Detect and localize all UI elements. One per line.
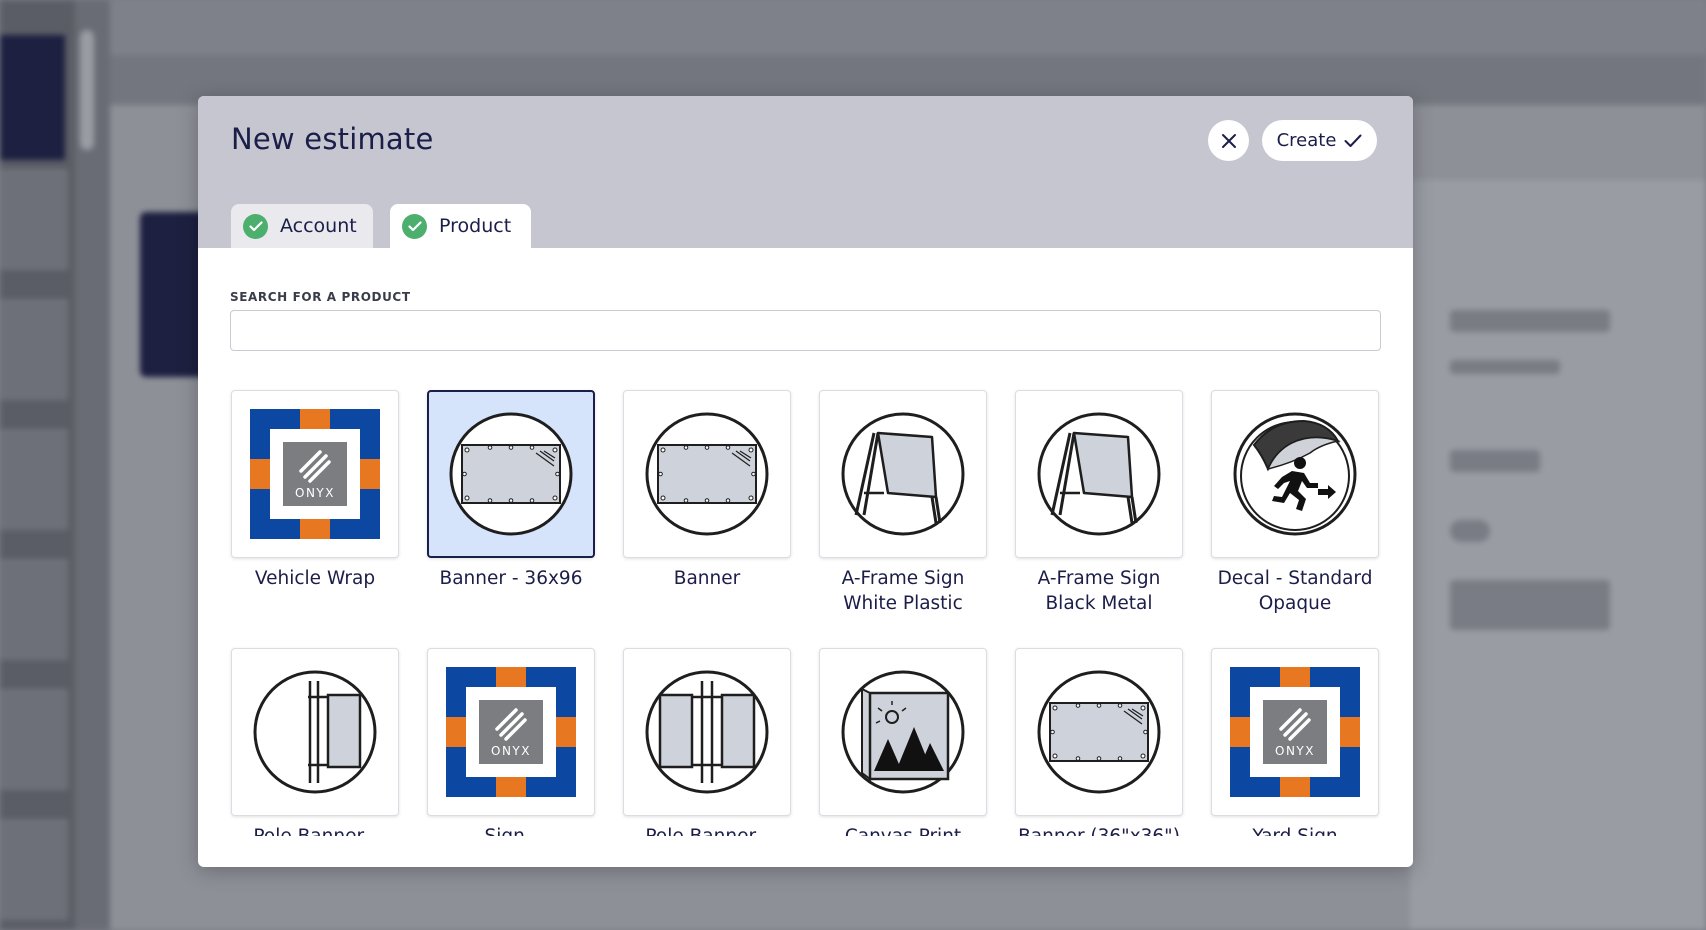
product-card-image: ONYX xyxy=(1211,648,1379,816)
product-card[interactable]: Decal - Standard Opaque xyxy=(1210,390,1380,616)
tab-product[interactable]: Product xyxy=(390,204,531,248)
completed-check-icon xyxy=(402,213,427,239)
tab-product-label: Product xyxy=(439,215,512,237)
product-search-input[interactable] xyxy=(230,310,1381,351)
product-label: Pole Banner - xyxy=(622,824,792,836)
search-label: SEARCH FOR A PRODUCT xyxy=(230,290,411,304)
product-card-image xyxy=(623,648,791,816)
product-label: Vehicle Wrap xyxy=(254,568,376,589)
product-card[interactable]: ONYX Sign - Corrugated xyxy=(426,648,596,836)
product-label: Yard Sign xyxy=(1210,824,1380,836)
product-card-image xyxy=(231,648,399,816)
checkmark-icon xyxy=(1344,134,1362,147)
banner-icon xyxy=(1037,670,1161,794)
onyx-logo-icon: ONYX xyxy=(250,409,380,539)
a-frame-sign-icon xyxy=(841,412,965,536)
product-card-image xyxy=(819,390,987,558)
product-card[interactable]: ONYX Yard Sign xyxy=(1210,648,1380,836)
product-label: Pole Banner - xyxy=(230,824,400,836)
completed-check-icon xyxy=(243,213,268,239)
product-card-image xyxy=(1015,648,1183,816)
product-card[interactable]: Pole Banner - xyxy=(230,648,400,836)
product-label: Banner xyxy=(673,568,741,589)
svg-text:ONYX: ONYX xyxy=(1275,744,1315,758)
product-card-image: ONYX xyxy=(427,648,595,816)
product-card[interactable]: Banner - 36x96 xyxy=(426,390,596,591)
product-card-image: ONYX xyxy=(231,390,399,558)
banner-icon xyxy=(645,412,769,536)
svg-text:ONYX: ONYX xyxy=(491,744,531,758)
tab-account-label: Account xyxy=(280,215,357,237)
decal-icon xyxy=(1233,412,1357,536)
new-estimate-modal: New estimate Create Account Product SEAR… xyxy=(198,96,1413,867)
product-label: A-Frame Sign White Plastic xyxy=(841,568,965,614)
a-frame-sign-icon xyxy=(1037,412,1161,536)
product-label: A-Frame Sign Black Metal xyxy=(1037,568,1161,614)
close-icon xyxy=(1221,133,1236,148)
tab-account[interactable]: Account xyxy=(231,204,373,248)
product-card[interactable]: Banner (36"x36") xyxy=(1014,648,1184,836)
create-button[interactable]: Create xyxy=(1262,120,1377,161)
product-card[interactable]: Banner xyxy=(622,390,792,591)
modal-title: New estimate xyxy=(231,122,434,156)
banner-icon xyxy=(449,412,573,536)
product-card[interactable]: Pole Banner - xyxy=(622,648,792,836)
product-card[interactable]: Canvas Print xyxy=(818,648,988,836)
product-card-image xyxy=(1211,390,1379,558)
product-label: Banner - 36x96 xyxy=(439,568,583,589)
product-grid-scroll[interactable]: ONYX Vehicle Wrap Banner - 36x96 Banner xyxy=(198,376,1413,836)
product-label: Canvas Print xyxy=(818,824,988,836)
canvas-print-icon xyxy=(841,670,965,794)
pole-banner-double-icon xyxy=(645,670,769,794)
modal-header: New estimate Create Account Product xyxy=(198,96,1413,248)
product-label: Sign - Corrugated xyxy=(426,824,596,836)
product-card-image xyxy=(819,648,987,816)
create-label: Create xyxy=(1276,130,1337,151)
product-card-image xyxy=(623,390,791,558)
product-card[interactable]: A-Frame Sign White Plastic xyxy=(818,390,988,616)
svg-text:ONYX: ONYX xyxy=(295,486,335,500)
close-button[interactable] xyxy=(1208,120,1249,161)
background-sidebar xyxy=(0,0,75,930)
product-card-image xyxy=(427,390,595,558)
pole-banner-single-icon xyxy=(253,670,377,794)
onyx-logo-icon: ONYX xyxy=(1230,667,1360,797)
onyx-logo-icon: ONYX xyxy=(446,667,576,797)
product-card[interactable]: ONYX Vehicle Wrap xyxy=(230,390,400,591)
product-card[interactable]: A-Frame Sign Black Metal xyxy=(1014,390,1184,616)
product-label: Banner (36"x36") xyxy=(1014,824,1184,836)
product-card-image xyxy=(1015,390,1183,558)
product-label: Decal - Standard Opaque xyxy=(1217,568,1373,614)
